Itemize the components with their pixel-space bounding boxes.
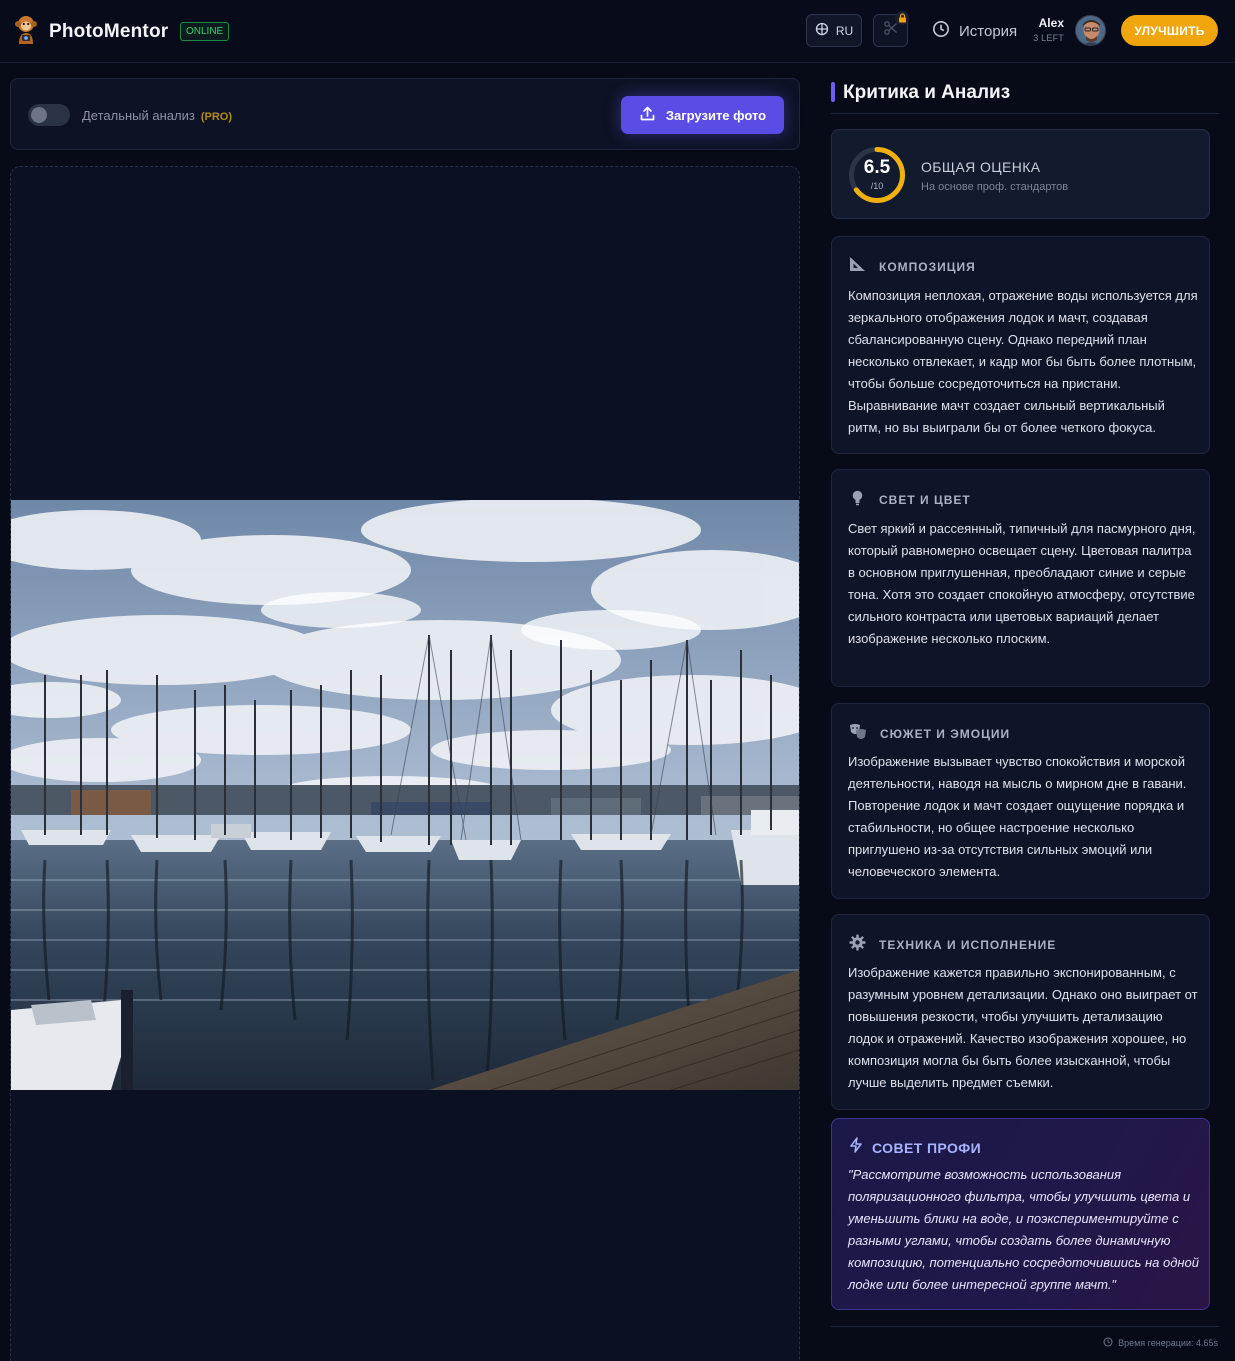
score-title: ОБЩАЯ ОЦЕНКА bbox=[921, 159, 1041, 175]
toggle-label-text: Детальный анализ bbox=[82, 108, 195, 123]
generation-time-text: Время генерации: 4.65s bbox=[1118, 1338, 1218, 1348]
language-button[interactable]: RU bbox=[806, 14, 862, 47]
toggle-knob bbox=[31, 107, 47, 123]
light-color-card: СВЕТ И ЦВЕТ Свет яркий и рассеянный, тип… bbox=[831, 469, 1210, 687]
lock-icon bbox=[895, 11, 909, 25]
pro-tip-card: СОВЕТ ПРОФИ "Рассмотрите возможность исп… bbox=[831, 1118, 1210, 1310]
card-title: ТЕХНИКА И ИСПОЛНЕНИЕ bbox=[879, 938, 1057, 952]
upgrade-button[interactable]: УЛУЧШИТЬ bbox=[1121, 15, 1218, 46]
lightning-icon bbox=[849, 1137, 863, 1158]
history-button[interactable]: История bbox=[932, 20, 1017, 42]
score-max: /10 bbox=[870, 181, 884, 191]
gear-icon bbox=[849, 934, 866, 956]
ruler-triangle-icon bbox=[849, 256, 866, 277]
card-title: КОМПОЗИЦИЯ bbox=[879, 259, 976, 274]
top-bar: PhotoMentor ONLINE RU История Alex 3 LEF… bbox=[0, 0, 1235, 63]
upload-photo-button[interactable]: Загрузите фото bbox=[621, 96, 784, 134]
credits-left: 3 LEFT bbox=[1033, 33, 1064, 43]
divider bbox=[831, 1326, 1219, 1327]
scissors-icon bbox=[883, 20, 899, 41]
lightbulb-icon bbox=[849, 489, 866, 511]
divider bbox=[831, 113, 1219, 114]
clock-icon bbox=[932, 20, 950, 42]
card-header: ТЕХНИКА И ИСПОЛНЕНИЕ bbox=[849, 934, 1056, 956]
detailed-analysis-toggle[interactable] bbox=[28, 104, 70, 126]
monkey-logo-icon[interactable] bbox=[12, 14, 40, 46]
upload-label: Загрузите фото bbox=[665, 107, 767, 123]
card-title: СЮЖЕТ И ЭМОЦИИ bbox=[880, 727, 1011, 741]
card-text: Свет яркий и рассеянный, типичный для па… bbox=[848, 521, 1196, 646]
panel-title: Критика и Анализ bbox=[843, 82, 1011, 103]
upload-icon bbox=[639, 105, 656, 125]
theater-masks-icon bbox=[849, 723, 867, 745]
clock-icon bbox=[1103, 1337, 1113, 1349]
status-badge: ONLINE bbox=[180, 22, 230, 41]
story-emotions-card: СЮЖЕТ И ЭМОЦИИ Изображение вызывает чувс… bbox=[831, 703, 1210, 899]
card-text: Изображение кажется правильно экспониров… bbox=[848, 965, 1198, 1090]
card-header: СЮЖЕТ И ЭМОЦИИ bbox=[849, 723, 1010, 745]
brand-name[interactable]: PhotoMentor bbox=[49, 21, 168, 43]
score-subtitle: На основе проф. стандартов bbox=[921, 181, 1069, 193]
card-header: КОМПОЗИЦИЯ bbox=[849, 256, 976, 277]
score-value: 6.5 bbox=[863, 157, 891, 178]
pro-tip-title: СОВЕТ ПРОФИ bbox=[872, 1139, 982, 1156]
language-label: RU bbox=[835, 23, 854, 38]
history-label: История bbox=[959, 22, 1018, 40]
retouch-tool-button[interactable] bbox=[873, 11, 909, 47]
pro-tip-text: "Рассмотрите возможность использования п… bbox=[848, 1167, 1199, 1292]
pro-tag: (PRO) bbox=[200, 111, 233, 123]
technique-card: ТЕХНИКА И ИСПОЛНЕНИЕ Изображение кажется… bbox=[831, 914, 1210, 1110]
overall-score-card: 6.5 /10 ОБЩАЯ ОЦЕНКА На основе проф. ста… bbox=[831, 129, 1210, 219]
card-header: СВЕТ И ЦВЕТ bbox=[849, 489, 971, 511]
translate-icon bbox=[815, 22, 829, 39]
uploaded-photo bbox=[11, 500, 799, 1090]
card-title: СВЕТ И ЦВЕТ bbox=[879, 493, 971, 507]
detailed-analysis-label: Детальный анализ (PRO) bbox=[82, 108, 232, 123]
user-name: Alex bbox=[1038, 16, 1064, 30]
avatar[interactable] bbox=[1075, 15, 1106, 46]
controls-bar: Детальный анализ (PRO) Загрузите фото bbox=[10, 78, 800, 150]
card-text: Композиция неплохая, отражение воды испо… bbox=[848, 288, 1198, 435]
user-info[interactable]: Alex 3 LEFT bbox=[1030, 16, 1064, 43]
panel-title-accent bbox=[831, 82, 835, 102]
generation-time: Время генерации: 4.65s bbox=[1103, 1337, 1218, 1349]
card-text: Изображение вызывает чувство спокойствия… bbox=[848, 754, 1187, 879]
composition-card: КОМПОЗИЦИЯ Композиция неплохая, отражени… bbox=[831, 236, 1210, 454]
pro-tip-header: СОВЕТ ПРОФИ bbox=[849, 1137, 981, 1158]
